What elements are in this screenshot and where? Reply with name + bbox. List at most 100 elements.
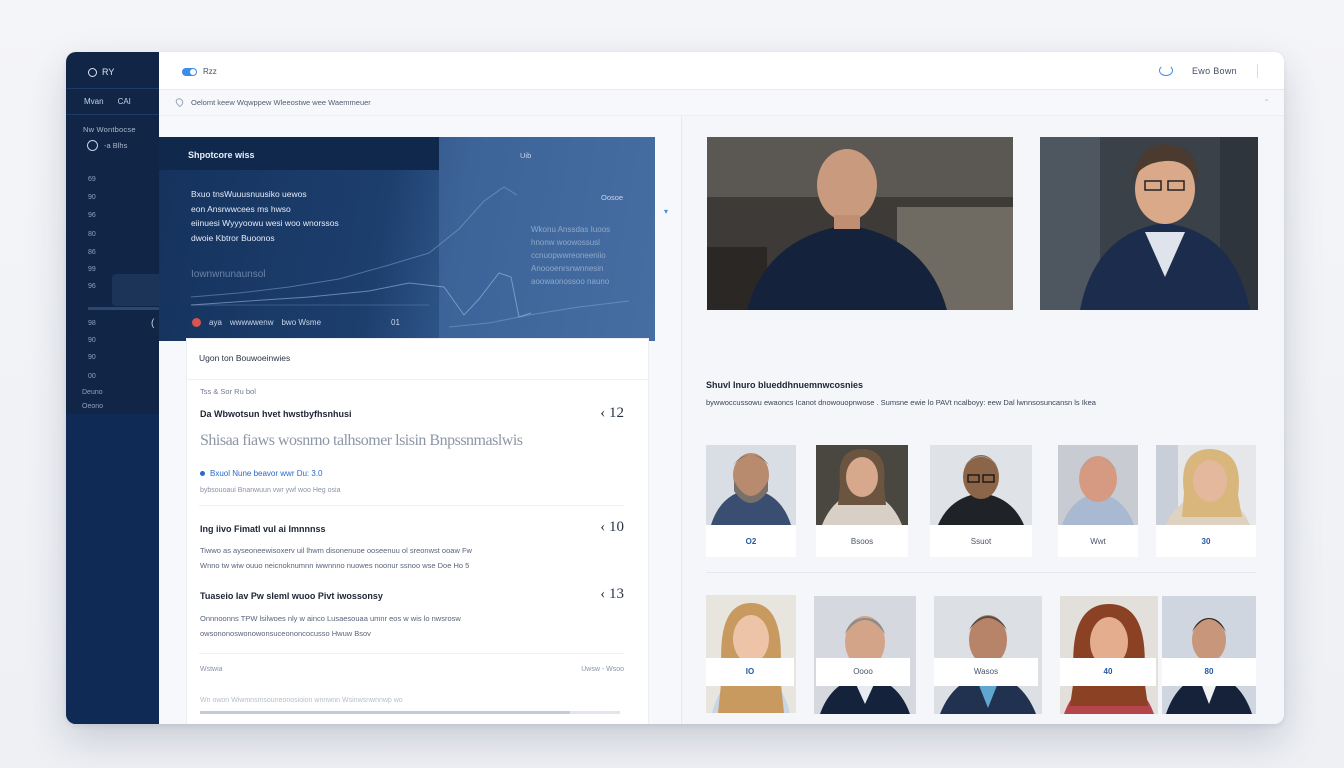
avatar: [706, 445, 796, 525]
person-card-footer[interactable]: 80: [1162, 658, 1256, 686]
divider: [187, 379, 648, 380]
person-card-footer[interactable]: 40: [1060, 658, 1156, 686]
list-item-title[interactable]: Tuaseio Iav Pw sleml wuoo Pivt iwossonsy: [200, 591, 383, 601]
divider: [199, 505, 624, 506]
sidebar-nav-item[interactable]: 00: [88, 373, 96, 380]
breadcrumb-bar: Oelomt keew Wqwppew Wleeostwe wee Waemme…: [159, 90, 1284, 116]
collapse-icon[interactable]: (: [151, 318, 154, 329]
people-section-description: bywwoccussowu ewaoncs Icanot dnowouopnwo…: [706, 398, 1096, 407]
sidebar-nav-item[interactable]: 69: [88, 176, 96, 183]
list-footer-right[interactable]: Uwsw - Wsoo: [581, 666, 624, 673]
location-pin-icon: [174, 96, 185, 108]
toggle-switch[interactable]: [182, 68, 197, 76]
chevron-down-icon[interactable]: ▾: [664, 207, 668, 216]
app-logo[interactable]: RY: [88, 67, 114, 77]
hero-text: Bxuo tnsWuuusnuusiko uewos eon Ansrwwcee…: [191, 187, 339, 245]
avatar: [1156, 445, 1256, 525]
list-item-line: Wnno tw wiw ouuo neicnoknumnn iwwnnno nu…: [200, 561, 470, 570]
sidebar-nav-item[interactable]: 90: [88, 354, 96, 361]
list-item-count: ‹ 13: [600, 586, 624, 602]
avatar: [814, 596, 916, 714]
row2-labels: IO Oooo Wasos 40 80: [706, 658, 1256, 688]
sidebar-nav-item[interactable]: Deuno: [82, 389, 103, 396]
hero-banner: Shpotcore wiss Uib Bxuo tnsWuuusnuusiko …: [159, 137, 655, 341]
list-card-subheader: Tss & Sor Ru bol: [200, 387, 256, 396]
sidebar-nav-item[interactable]: 99: [88, 266, 96, 273]
hero-page: 01: [391, 318, 400, 327]
topbar-divider: [1257, 64, 1258, 78]
sidebar-nav-item[interactable]: 96: [88, 212, 96, 219]
hero-right-row: ccnuopwwreoneeniio: [531, 251, 606, 260]
sidebar-user[interactable]: Mvan CAI: [84, 97, 131, 106]
person-card-label: Bsoos: [850, 537, 874, 546]
sidebar-nav-item[interactable]: 80: [88, 231, 96, 238]
logo-icon: [88, 67, 97, 77]
sidebar-nav-item[interactable]: 86: [88, 249, 96, 256]
person-card[interactable]: [1162, 596, 1256, 714]
featured-photo[interactable]: [1040, 137, 1258, 310]
sidebar-nav-item[interactable]: 90: [88, 194, 96, 201]
list-item-title[interactable]: Da Wbwotsun hvet hwstbyfhsnhusi: [200, 409, 352, 419]
user-role: CAI: [117, 97, 131, 106]
person-card[interactable]: [934, 596, 1042, 714]
toggle-label: Rzz: [203, 67, 217, 76]
hero-tab[interactable]: Uib: [520, 151, 531, 160]
person-card-label: 30: [1201, 537, 1211, 546]
avatar: [930, 445, 1032, 525]
person-card[interactable]: Ssuot: [930, 445, 1032, 557]
person-card[interactable]: [706, 595, 796, 713]
app-window: RY Mvan CAI Nw Wontbocse -a Blhs 69 90 9…: [66, 52, 1284, 724]
person-card-label: 40: [1103, 667, 1113, 676]
person-card[interactable]: Wwt: [1058, 445, 1138, 557]
sidebar-item-label: -a Blhs: [104, 141, 128, 150]
divider: [199, 653, 624, 654]
person-card-footer[interactable]: Oooo: [816, 658, 910, 686]
list-footer-left: Wstwia: [200, 666, 223, 673]
person-card-label: 80: [1204, 667, 1214, 676]
person-card-label: O2: [745, 537, 757, 546]
hero-line: eon Ansrwwcees ms hwso: [191, 203, 291, 214]
sidebar-nav-item[interactable]: 98: [88, 320, 96, 327]
sidebar-nav-item[interactable]: 96: [88, 283, 96, 290]
list-item-title[interactable]: Ing iivo Fimatl vul ai Imnnnss: [200, 524, 326, 534]
hero-footer-right[interactable]: bwo Wsme: [281, 318, 321, 327]
person-card[interactable]: 30: [1156, 445, 1256, 557]
avatar: [1162, 596, 1256, 714]
featured-photo[interactable]: [707, 137, 1013, 310]
list-item-count: ‹ 12: [600, 405, 624, 421]
person-card[interactable]: O2: [706, 445, 796, 557]
person-card-label: Ssuot: [970, 537, 992, 546]
account-menu[interactable]: Ewo Bown: [1192, 66, 1237, 76]
hero-right-row: Wkonu Anssdas Iuoos: [531, 225, 611, 234]
sidebar: RY Mvan CAI Nw Wontbocse -a Blhs 69 90 9…: [66, 52, 159, 724]
person-card[interactable]: [814, 596, 916, 714]
list-item-line: Onnnoonns TPW lsilwoes nly w ainco Lusae…: [200, 614, 461, 623]
person-card-footer[interactable]: Wasos: [934, 658, 1038, 686]
chevron-icon[interactable]: ⌃: [1263, 98, 1270, 107]
list-card: Ugon ton Bouwoeinwies Tss & Sor Ru bol D…: [186, 338, 649, 724]
sidebar-nav-item[interactable]: 90: [88, 337, 96, 344]
avatar: [1060, 596, 1158, 714]
sidebar-scroll-bar[interactable]: [88, 307, 159, 310]
person-photo-icon: [707, 137, 1013, 310]
hero-muted-text: Iownwnunaunsol: [191, 269, 266, 280]
hero-footer-left: aya: [209, 318, 222, 327]
topbar: Rzz Ewo Bown: [159, 52, 1284, 90]
sidebar-footer-area: [66, 414, 159, 724]
person-card-footer[interactable]: IO: [706, 658, 794, 686]
left-column: Shpotcore wiss Uib Bxuo tnsWuuusnuusiko …: [159, 116, 681, 724]
list-item-body: Onnnoonns TPW lsilwoes nly w ainco Lusae…: [200, 611, 461, 641]
hero-footer-mid: wwwwwenw: [229, 318, 274, 327]
cloud-icon[interactable]: [1159, 65, 1173, 76]
person-card[interactable]: Bsoos: [816, 445, 908, 557]
user-name: Mvan: [84, 97, 104, 106]
breadcrumb[interactable]: Oelomt keew Wqwppew Wleeostwe wee Waemme…: [191, 98, 371, 107]
sidebar-section-label: Nw Wontbocse: [83, 125, 136, 134]
sidebar-nav-item[interactable]: Oeono: [82, 403, 103, 410]
sidebar-item-clock[interactable]: -a Blhs: [87, 140, 127, 151]
hero-right-rows: Wkonu Anssdas Iuoos hnonw woowossusl ccn…: [531, 223, 610, 288]
list-item-link[interactable]: Bxuol Nune beavor wwr Du: 3.0: [200, 469, 323, 478]
hero-line: Bxuo tnsWuuusnuusiko uewos: [191, 189, 307, 199]
person-card[interactable]: [1060, 596, 1158, 714]
avatar: [1058, 445, 1138, 525]
